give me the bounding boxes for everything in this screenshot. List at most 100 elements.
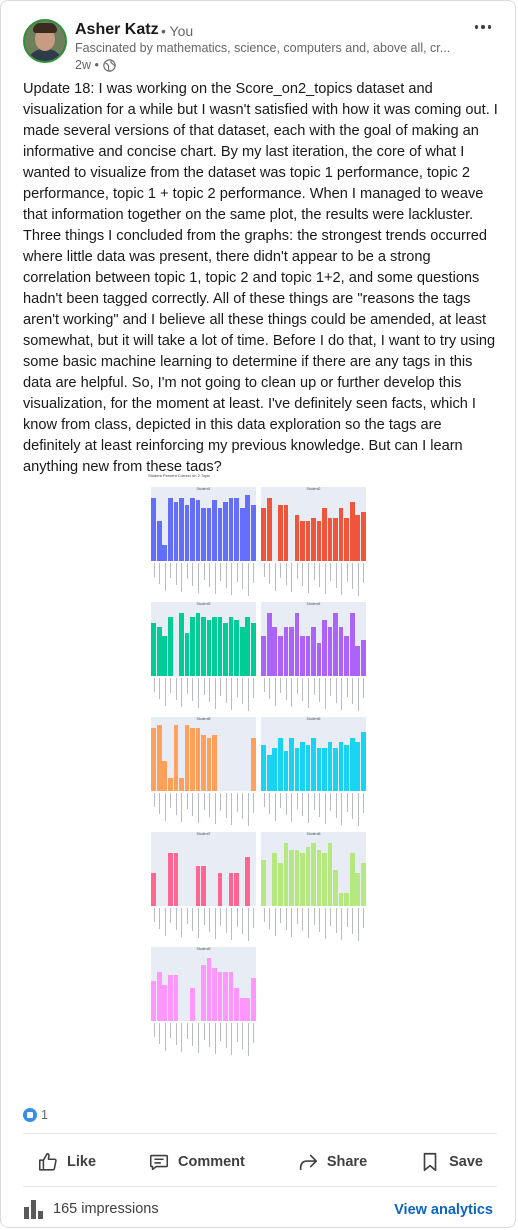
chart-bar [283, 504, 289, 561]
more-options-button[interactable] [471, 17, 495, 37]
tick-label [319, 678, 321, 702]
chart-bar [173, 725, 179, 791]
tick-label [225, 793, 227, 818]
tick-label [214, 793, 216, 824]
tick-labels [151, 561, 256, 597]
chart-bar [212, 968, 217, 1021]
tick-label [186, 678, 188, 694]
tick-label [242, 908, 244, 934]
chart-bar [360, 511, 366, 561]
chart-bar [344, 892, 349, 906]
tick-label [330, 793, 332, 811]
chart-bar [305, 744, 311, 791]
chart-bar [151, 873, 157, 906]
student-panel: Student4 [261, 602, 366, 712]
impressions-summary[interactable]: 165 impressions [23, 1199, 159, 1219]
tick-label [324, 793, 326, 824]
tick-label [170, 908, 172, 923]
divider [23, 1186, 497, 1187]
panel-plot: Student2 [261, 487, 366, 561]
tick-label [175, 793, 177, 815]
student-panel: Student9 [151, 947, 256, 1057]
tick-label [253, 563, 255, 583]
tick-label [346, 793, 348, 812]
author-avatar[interactable] [23, 19, 67, 63]
student-panel: Student1 [151, 487, 256, 597]
chart-bar [234, 498, 239, 561]
chart-bar [167, 498, 173, 561]
chart-bar [179, 498, 184, 561]
chart-bar [217, 971, 223, 1021]
tick-label [357, 678, 359, 711]
chart-bar [167, 616, 173, 676]
chart-bar [162, 636, 168, 676]
chart-bar [190, 616, 195, 676]
tick-label [170, 678, 172, 693]
chart-bar [327, 741, 333, 791]
chart-bar [234, 988, 239, 1021]
chart-bar [173, 501, 179, 561]
tick-label [175, 678, 177, 700]
chart-bar [305, 846, 311, 906]
tick-label [352, 793, 354, 819]
panel-plot: Student7 [151, 832, 256, 906]
like-button[interactable]: Like [23, 1144, 110, 1180]
tick-label [363, 563, 365, 583]
tick-label [352, 908, 354, 934]
tick-label [357, 908, 359, 941]
tick-label [231, 563, 233, 595]
chart-bar [228, 971, 234, 1021]
chart-bar [167, 777, 173, 791]
tick-label [236, 563, 238, 582]
reactions-summary[interactable]: 1 [23, 1108, 48, 1122]
student-panel: Student5 [151, 717, 256, 827]
panel-title: Student1 [196, 487, 211, 491]
chart-bar [355, 741, 361, 791]
author-relation: • You [161, 23, 194, 39]
tick-label [263, 908, 265, 922]
chart-bar [333, 869, 338, 906]
tick-label [330, 563, 332, 581]
chart-bar [322, 619, 327, 676]
tick-label [225, 678, 227, 703]
tick-label [346, 678, 348, 697]
tick-label [159, 678, 161, 699]
chart-bar [228, 616, 234, 676]
chart-bar [316, 521, 322, 561]
chart-bar [349, 853, 355, 906]
chart-bar [266, 498, 272, 561]
chart-bar [266, 613, 272, 676]
chart-bar [156, 521, 162, 561]
tick-label [242, 1023, 244, 1049]
share-button[interactable]: Share [283, 1144, 381, 1180]
tick-label [197, 563, 199, 593]
tick-label [225, 908, 227, 933]
tick-label [313, 563, 315, 580]
comment-button[interactable]: Comment [134, 1144, 259, 1180]
student-panel: Student2 [261, 487, 366, 597]
tick-label [236, 908, 238, 927]
view-analytics-link[interactable]: View analytics [394, 1202, 493, 1218]
tick-labels [151, 676, 256, 712]
tick-label [209, 1023, 211, 1047]
author-name[interactable]: Asher Katz [75, 21, 159, 39]
author-headline: Fascinated by mathematics, science, comp… [75, 41, 451, 55]
chart-bar [283, 626, 289, 676]
chart-bar [223, 501, 228, 561]
panel-title: Student8 [306, 832, 321, 836]
tick-label [214, 563, 216, 594]
panel-title: Student4 [306, 602, 321, 606]
chart-bar [261, 636, 267, 676]
chart-bar [294, 613, 300, 676]
chart-bar [355, 514, 361, 561]
tick-label [341, 678, 343, 710]
tick-label [164, 678, 166, 706]
post-image[interactable]: Student Percent Correct on 2 Topic Stude… [146, 471, 371, 1091]
chart-bar [333, 613, 338, 676]
chart-bar [217, 873, 223, 906]
tick-label [220, 1023, 222, 1041]
tick-label [263, 678, 265, 692]
bar-chart-icon [24, 1200, 43, 1219]
save-button[interactable]: Save [405, 1144, 497, 1180]
tick-label [192, 1023, 194, 1046]
